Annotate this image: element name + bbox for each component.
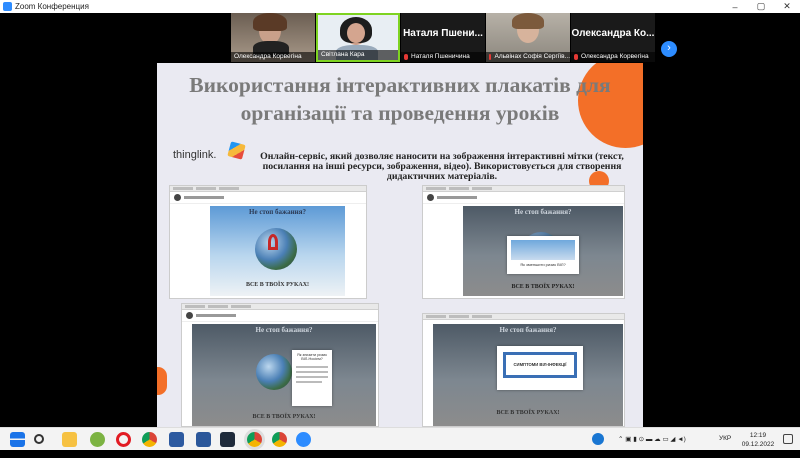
chrome-active-icon[interactable] — [247, 432, 262, 447]
popup-title: Як знизити ризик ВІЛ-Носієм? — [297, 353, 327, 361]
windows-start-icon[interactable] — [10, 432, 25, 447]
thinglink-header — [423, 192, 624, 204]
hotspot-popup[interactable]: Як зменшити ризик ВІЛ? — [507, 236, 579, 274]
muted-mic-icon — [489, 54, 492, 60]
zoom-logo-icon — [3, 2, 12, 11]
thinglink-header — [170, 192, 366, 204]
poster-image: Не стоп бажання? ВСЕ В ТВОЇХ РУКАХ! — [210, 206, 345, 296]
decorative-dot — [157, 367, 167, 395]
popup-title: СИМПТОМИ ВІЛ-ІНФЕКЦІЇ — [513, 362, 567, 367]
notifications-icon[interactable] — [783, 434, 793, 444]
participant-tile[interactable]: Альвінах Софія Сергіїв... — [486, 13, 570, 62]
participant-name: Світлана Кара — [321, 51, 365, 58]
participant-hair — [253, 13, 287, 31]
cloud-app-icon[interactable] — [592, 433, 604, 445]
thinglink-header — [182, 310, 378, 322]
close-button[interactable]: ✕ — [774, 1, 800, 12]
poster-image: Не стоп бажання? СИМПТОМИ ВІЛ-ІНФЕКЦІЇ В… — [433, 324, 623, 426]
participant-name: Наталя Пшеничина — [411, 53, 470, 60]
windows-taskbar: ⌃ ▣ ▮ ⊙ ▬ ☁ ▭ ◢ ◄) УКР 12:19 09.12.2022 — [0, 427, 800, 450]
participant-tile[interactable]: Олександра Корвегіна — [231, 13, 315, 62]
window-titlebar: Zoom Конференция – ▢ ✕ — [0, 0, 800, 13]
poster-bottom-text: ВСЕ В ТВОЇХ РУКАХ! — [511, 284, 575, 290]
poster-top-text: Не стоп бажання? — [255, 326, 313, 334]
poster-top-text: Не стоп бажання? — [514, 208, 572, 216]
example-screenshot: Не стоп бажання? Як зменшити ризик ВІЛ? … — [422, 185, 625, 299]
chrome-icon[interactable] — [272, 432, 287, 447]
poster-bottom-text: ВСЕ В ТВОЇХ РУКАХ! — [245, 282, 310, 288]
example-screenshot: Не стоп бажання? ВСЕ В ТВОЇХ РУКАХ! — [169, 185, 367, 299]
poster-image: Не стоп бажання? Як знизити ризик ВІЛ-Но… — [192, 324, 376, 426]
example-screenshot: Не стоп бажання? Як знизити ризик ВІЛ-Но… — [181, 303, 379, 427]
maximize-button[interactable]: ▢ — [748, 1, 774, 12]
participant-hair — [512, 13, 544, 29]
zoom-taskbar-icon[interactable] — [296, 432, 311, 447]
chevron-right-icon[interactable]: › — [661, 41, 677, 57]
tray-icons[interactable]: ⌃ ▣ ▮ ⊙ ▬ ☁ ▭ ◢ ◄) — [618, 435, 686, 458]
opera-icon[interactable] — [116, 432, 131, 447]
participant-tile-active[interactable]: Світлана Кара — [316, 13, 400, 62]
participant-big-name: Наталя Пшени... — [403, 28, 483, 39]
thinglink-logo: thinglink. — [173, 149, 217, 161]
poster-top-text: Не стоп бажання? — [249, 208, 306, 216]
participant-name: Олександра Корвегіна — [581, 53, 649, 60]
muted-mic-icon — [574, 54, 578, 60]
slide-title: Використання інтерактивних плакатів для … — [189, 73, 611, 125]
participant-tile[interactable]: Олександра Ко... Олександра Корвегіна — [571, 13, 655, 62]
paint-icon[interactable] — [90, 432, 105, 447]
taskbar-clock[interactable]: 12:19 09.12.2022 — [738, 431, 778, 449]
hotspot-popup[interactable]: Як знизити ризик ВІЛ-Носієм? — [292, 350, 332, 406]
poster-bottom-text: ВСЕ В ТВОЇХ РУКАХ! — [496, 410, 560, 416]
shared-screen-slide: Використання інтерактивних плакатів для … — [157, 63, 643, 430]
browser-tabbar — [423, 314, 624, 320]
poster-image: Не стоп бажання? Як зменшити ризик ВІЛ? … — [463, 206, 623, 296]
popup-image — [511, 240, 575, 260]
language-indicator[interactable]: УКР — [719, 435, 731, 458]
participant-face — [347, 23, 365, 43]
example-screenshot: Не стоп бажання? СИМПТОМИ ВІЛ-ІНФЕКЦІЇ В… — [422, 313, 625, 427]
popup-text: Як зменшити ризик ВІЛ? — [520, 262, 566, 267]
muted-mic-icon — [404, 54, 408, 60]
file-explorer-icon[interactable] — [62, 432, 77, 447]
participant-big-name: Олександра Ко... — [571, 28, 655, 39]
red-ribbon-icon — [268, 234, 278, 250]
participant-tile[interactable]: Наталя Пшени... Наталя Пшеничина — [401, 13, 485, 62]
search-icon[interactable] — [34, 434, 44, 444]
poster-bottom-text: ВСЕ В ТВОЇХ РУКАХ! — [252, 414, 316, 420]
hotspot-popup[interactable]: СИМПТОМИ ВІЛ-ІНФЕКЦІЇ — [497, 346, 583, 390]
chrome-icon[interactable] — [142, 432, 157, 447]
participant-name: Олександра Корвегіна — [234, 53, 302, 60]
word-icon[interactable] — [196, 432, 211, 447]
clock-date: 09.12.2022 — [741, 441, 775, 448]
poster-top-text: Не стоп бажання? — [499, 326, 557, 334]
slide-description: Онлайн-сервіс, який дозволяє наносити на… — [260, 151, 624, 182]
earth-image — [256, 354, 292, 390]
participant-gallery: Олександра Корвегіна Світлана Кара Натал… — [0, 13, 800, 63]
clock-time: 12:19 — [749, 432, 767, 439]
security-shield-icon[interactable] — [220, 432, 235, 447]
window-title: Zoom Конференция — [15, 2, 89, 11]
minimize-button[interactable]: – — [722, 2, 748, 12]
thinglink-logo-icon — [227, 141, 246, 160]
save-disk-icon[interactable] — [169, 432, 184, 447]
participant-name: Альвінах Софія Сергіїв... — [494, 53, 570, 60]
